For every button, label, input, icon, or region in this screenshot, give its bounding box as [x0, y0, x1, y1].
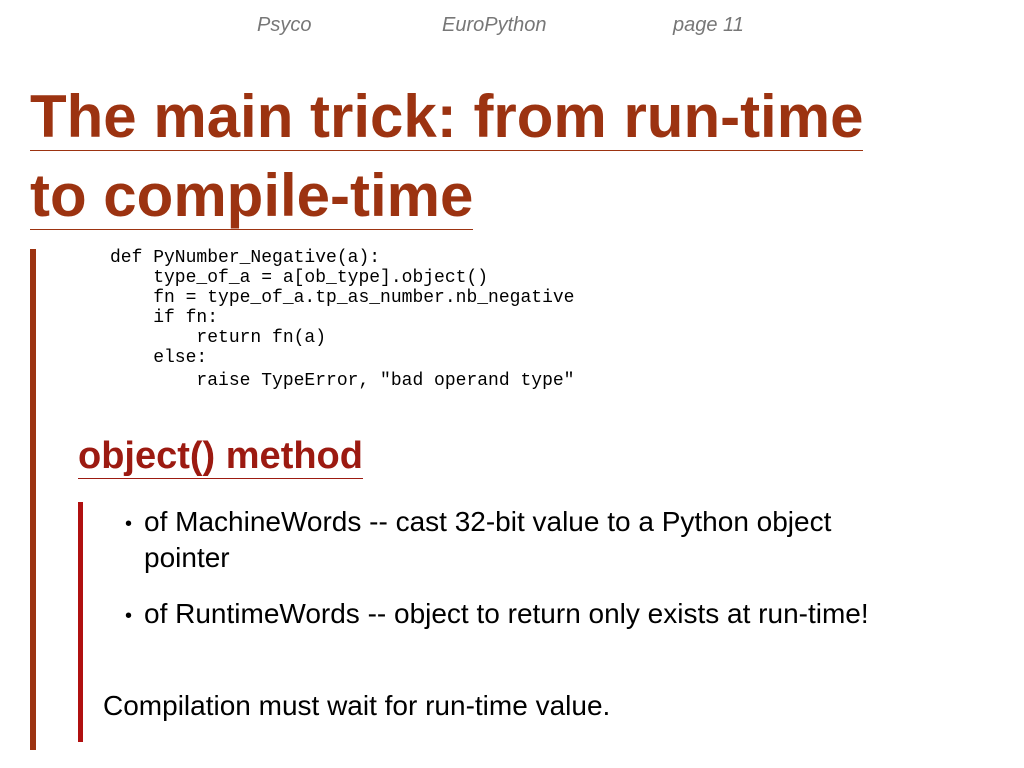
- code-block: def PyNumber_Negative(a): type_of_a = a[…: [110, 248, 574, 391]
- code-line: if fn:: [110, 308, 219, 328]
- section-heading: object() method: [78, 435, 363, 479]
- bullet-marker: •: [125, 605, 133, 627]
- section-accent-bar: [78, 502, 83, 742]
- header-center-text: EuroPython: [442, 14, 547, 36]
- code-line: return fn(a): [110, 328, 327, 348]
- conclusion-text: Compilation must wait for run-time value…: [103, 690, 611, 721]
- code-line: type_of_a = a[ob_type].object(): [110, 268, 489, 288]
- accent-bar: [30, 249, 36, 750]
- slide-header: Psyco EuroPython page 11: [0, 14, 1024, 42]
- bullet-item: • of RuntimeWords -- object to return on…: [125, 596, 915, 632]
- bullet-text: of RuntimeWords -- object to return only…: [144, 598, 869, 629]
- slide-title: The main trick: from run-time to compile…: [30, 80, 990, 238]
- code-line: def PyNumber_Negative(a):: [110, 248, 381, 268]
- title-line-1: The main trick: from run-time: [30, 83, 864, 151]
- code-line: fn = type_of_a.tp_as_number.nb_negative: [110, 288, 575, 308]
- bullet-marker: •: [125, 513, 133, 535]
- header-left-text: Psyco: [257, 14, 312, 36]
- bullet-text: of MachineWords -- cast 32-bit value to …: [144, 506, 832, 573]
- code-line: raise TypeError, "bad operand type": [110, 371, 575, 391]
- page-number: page 11: [673, 14, 744, 36]
- title-line-2: to compile-time: [30, 162, 474, 230]
- code-line: else:: [110, 348, 208, 368]
- bullet-item: • of MachineWords -- cast 32-bit value t…: [125, 504, 915, 576]
